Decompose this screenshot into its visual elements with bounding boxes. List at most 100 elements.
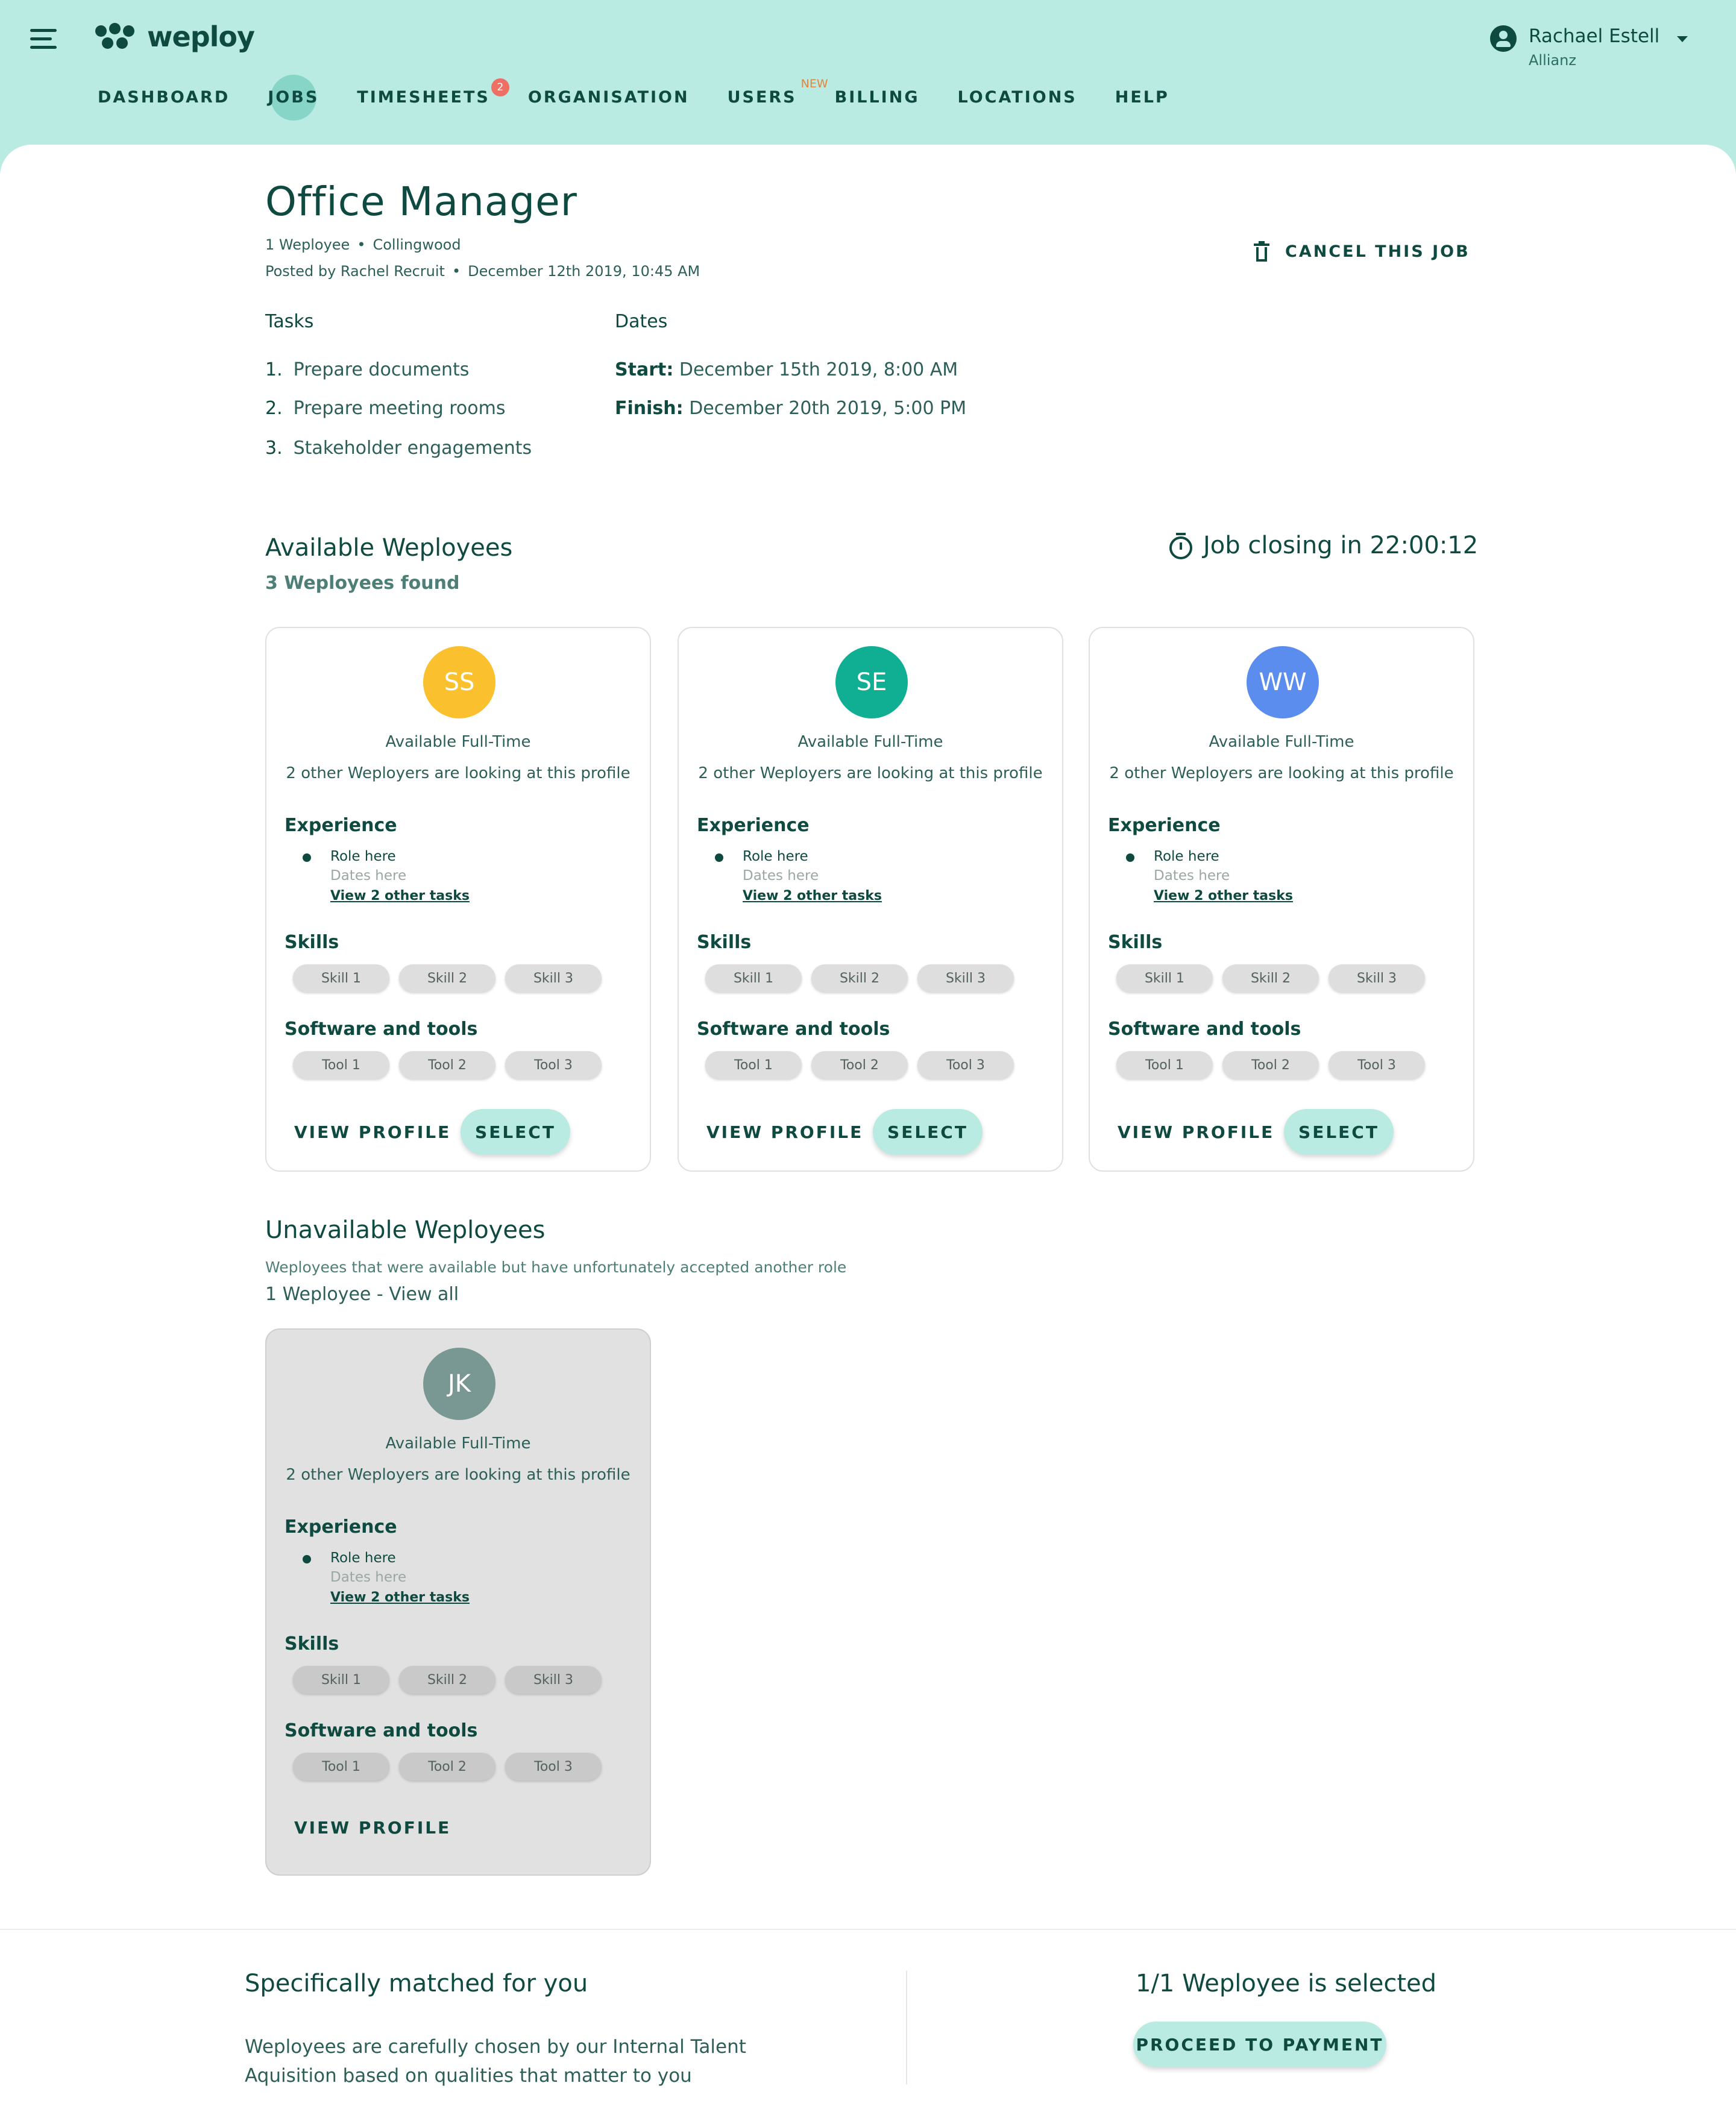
tool-chip: Tool 3 — [505, 1051, 602, 1079]
experience-role: Role here — [743, 849, 808, 864]
tasks-heading: Tasks — [265, 311, 314, 332]
weploy-logo-text: weploy — [147, 20, 255, 53]
footer-description: Weployees are carefully chosen by our In… — [245, 2036, 746, 2087]
skill-chip: Skill 2 — [1222, 964, 1319, 992]
timer-icon — [1169, 533, 1192, 559]
job-posted: Posted by Rachel Recruit • December 12th 2… — [265, 263, 700, 280]
view-all-link[interactable]: 1 Weployee - View all — [265, 1284, 459, 1305]
skill-chip: Skill 3 — [917, 964, 1014, 992]
weploy-logo[interactable]: weploy — [95, 20, 255, 53]
tool-chip: Tool 1 — [705, 1051, 802, 1079]
skill-chip: Skill 1 — [1116, 964, 1213, 992]
nav-jobs[interactable]: JOBS — [268, 74, 319, 121]
tool-chip: Tool 2 — [399, 1051, 495, 1079]
tools-heading: Software and tools — [697, 1019, 890, 1040]
tools-heading: Software and tools — [285, 1019, 478, 1040]
timesheets-count-badge: 2 — [491, 78, 509, 96]
experience-heading: Experience — [285, 1516, 397, 1538]
tool-chip: Tool 1 — [1116, 1051, 1213, 1079]
avatar: SS — [423, 646, 495, 718]
skill-chip: Skill 3 — [1329, 964, 1425, 992]
experience-dates: Dates here — [330, 1569, 407, 1585]
skill-chip: Skill 3 — [505, 1666, 602, 1694]
select-button[interactable]: SELECT — [873, 1109, 983, 1155]
tool-chip: Tool 2 — [1222, 1051, 1319, 1079]
selection-footer: Specifically matched for you Weployees a… — [0, 1929, 1736, 2124]
user-name: Rachael Estell — [1529, 25, 1660, 47]
tool-chip: Tool 3 — [505, 1753, 602, 1780]
tool-chip: Tool 1 — [293, 1051, 389, 1079]
caret-down-icon[interactable] — [1677, 36, 1688, 42]
experience-heading: Experience — [697, 815, 810, 836]
skills-heading: Skills — [697, 932, 752, 953]
view-other-tasks-link[interactable]: View 2 other tasks — [743, 888, 882, 903]
proceed-to-payment-button[interactable]: PROCEED TO PAYMENT — [1133, 2022, 1386, 2067]
availability-text: Available Full-Time — [385, 733, 531, 751]
skill-chip: Skill 1 — [705, 964, 802, 992]
tool-chip: Tool 2 — [399, 1753, 495, 1780]
avatar: SE — [835, 646, 908, 718]
users-new-tag: NEW — [800, 77, 828, 90]
user-organisation: Allianz — [1529, 52, 1576, 69]
job-title: Office Manager — [265, 178, 577, 225]
weployees-found-count: 3 Weployees found — [265, 573, 460, 594]
user-menu[interactable]: Rachael Estell Allianz — [1490, 25, 1688, 69]
bullet-icon — [303, 853, 311, 862]
skill-chip: Skill 1 — [293, 1666, 389, 1694]
nav-timesheets[interactable]: TIMESHEETS 2 — [357, 78, 509, 107]
job-closing-timer: Job closing in 22:00:12 — [1169, 532, 1478, 559]
view-profile-button[interactable]: VIEW PROFILE — [294, 1122, 451, 1142]
availability-text: Available Full-Time — [385, 1434, 531, 1453]
view-other-tasks-link[interactable]: View 2 other tasks — [330, 888, 470, 903]
nav-users[interactable]: USERS NEW — [728, 77, 828, 107]
skills-heading: Skills — [285, 932, 339, 953]
view-profile-button[interactable]: VIEW PROFILE — [294, 1818, 451, 1838]
dates-heading: Dates — [615, 311, 668, 332]
nav-help[interactable]: HELP — [1115, 88, 1169, 107]
footer-divider — [906, 1971, 907, 2084]
cancel-job-button[interactable]: CANCEL THIS JOB — [1254, 241, 1470, 262]
weployee-card: WW Available Full-Time 2 other Weployers… — [1089, 627, 1474, 1172]
select-button[interactable]: SELECT — [461, 1109, 570, 1155]
select-button[interactable]: SELECT — [1284, 1109, 1394, 1155]
unavailable-subtitle: Weployees that were available but have u… — [265, 1258, 847, 1276]
job-summary: 1 Weployee • Collingwood — [265, 236, 461, 253]
looking-count-text: 2 other Weployers are looking at this pr… — [698, 764, 1043, 782]
start-date: Start: December 15th 2019, 8:00 AM — [615, 359, 958, 380]
availability-text: Available Full-Time — [1209, 733, 1354, 751]
tools-heading: Software and tools — [1108, 1019, 1301, 1040]
weployee-count: 1 Weployee — [265, 236, 350, 253]
available-weployees-title: Available Weployees — [265, 534, 513, 562]
experience-role: Role here — [1154, 849, 1219, 864]
tool-chip: Tool 3 — [917, 1051, 1014, 1079]
task-item: 2. Prepare meeting rooms — [265, 398, 506, 419]
posted-at: December 12th 2019, 10:45 AM — [468, 263, 700, 280]
nav-billing[interactable]: BILLING — [835, 88, 920, 107]
selected-count: 1/1 Weployee is selected — [1136, 1970, 1437, 1997]
experience-role: Role here — [330, 849, 396, 864]
view-other-tasks-link[interactable]: View 2 other tasks — [330, 1590, 470, 1605]
experience-dates: Dates here — [330, 868, 407, 884]
job-location: Collingwood — [373, 236, 461, 253]
nav-organisation[interactable]: ORGANISATION — [528, 88, 690, 107]
view-other-tasks-link[interactable]: View 2 other tasks — [1154, 888, 1293, 903]
view-profile-button[interactable]: VIEW PROFILE — [1118, 1122, 1274, 1142]
nav-locations[interactable]: LOCATIONS — [957, 88, 1077, 107]
experience-dates: Dates here — [743, 868, 819, 884]
looking-count-text: 2 other Weployers are looking at this pr… — [1109, 764, 1454, 782]
hamburger-icon[interactable] — [30, 29, 57, 49]
view-profile-button[interactable]: VIEW PROFILE — [706, 1122, 863, 1142]
bullet-icon — [303, 1555, 311, 1563]
task-item: 1. Prepare documents — [265, 359, 470, 380]
nav-dashboard[interactable]: DASHBOARD — [98, 88, 230, 107]
main-nav: DASHBOARD JOBS TIMESHEETS 2 ORGANISATION … — [98, 74, 1207, 121]
skills-heading: Skills — [1108, 932, 1163, 953]
experience-role: Role here — [330, 1550, 396, 1566]
bullet-icon — [1126, 853, 1134, 862]
bullet-icon — [715, 853, 723, 862]
skill-chip: Skill 2 — [399, 964, 495, 992]
main-panel: Office Manager 1 Weployee • Collingwood Po… — [0, 145, 1736, 1929]
availability-text: Available Full-Time — [797, 733, 943, 751]
looking-count-text: 2 other Weployers are looking at this pr… — [286, 764, 631, 782]
footer-title: Specifically matched for you — [245, 1970, 588, 1997]
